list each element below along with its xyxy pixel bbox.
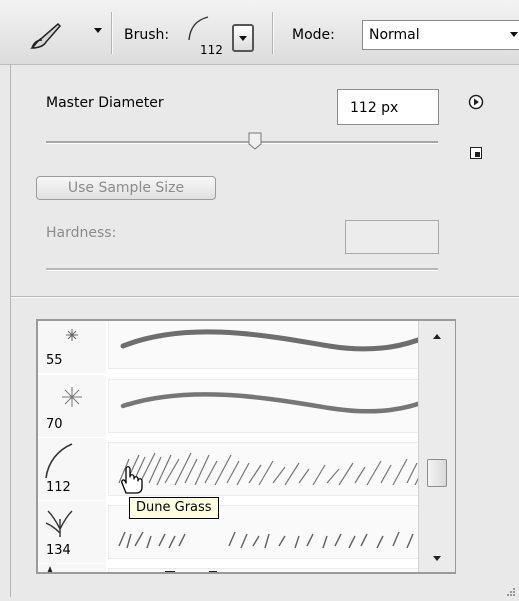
chevron-down-icon [239, 36, 247, 41]
panel-divider [11, 296, 519, 298]
panel-menu-arrow-icon[interactable] [468, 94, 484, 110]
brush-thumbnail: 134 [38, 501, 106, 563]
brush-size-label: 112 [46, 480, 71, 495]
options-bar: Brush: 112 Mode: Normal [0, 0, 519, 65]
master-diameter-value: 112 px [350, 100, 399, 116]
scroll-up-arrow-icon[interactable] [433, 334, 441, 339]
brush-size-label: 70 [46, 417, 63, 432]
mode-select[interactable]: Normal [362, 20, 519, 50]
brush-stroke-preview [108, 442, 438, 496]
brush-list-scrollbar[interactable] [418, 321, 455, 572]
brush-label: Brush: [124, 27, 170, 43]
brush-row[interactable]: 55 [38, 321, 438, 373]
hardness-input[interactable] [345, 220, 439, 254]
master-diameter-input[interactable]: 112 px [337, 89, 439, 125]
brush-row[interactable] [38, 564, 438, 572]
hardness-slider-track[interactable] [46, 268, 438, 271]
use-sample-size-button[interactable]: Use Sample Size [36, 176, 216, 200]
scroll-down-arrow-icon[interactable] [433, 556, 441, 561]
create-new-preset-icon[interactable] [470, 147, 482, 159]
mode-value: Normal [369, 27, 420, 43]
brush-row[interactable]: 70 [38, 375, 438, 437]
brush-stroke-preview [108, 321, 438, 369]
toolbar-separator [272, 12, 274, 54]
resize-grip-icon[interactable] [506, 586, 516, 596]
brush-thumbnail: 112 [38, 438, 106, 500]
brush-row-selected[interactable]: 112 [38, 438, 438, 500]
brush-row[interactable]: 134 [38, 501, 438, 563]
brush-stroke-preview [108, 568, 438, 572]
tool-preset-caret-icon[interactable] [94, 28, 102, 33]
mode-label: Mode: [292, 27, 335, 43]
master-diameter-label: Master Diameter [46, 95, 164, 111]
brush-preset-list: 55 70 112 134 [36, 319, 456, 574]
brush-size-label: 112 [200, 43, 223, 57]
brush-picker-dropdown[interactable] [232, 24, 254, 52]
brush-tool-icon[interactable] [28, 20, 62, 52]
scrollbar-thumb[interactable] [427, 459, 447, 487]
brush-preset-thumbnail[interactable]: 112 [184, 14, 228, 60]
scattered-brush-icon [47, 566, 53, 572]
brush-thumbnail [38, 564, 106, 572]
brush-thumbnail: 55 [38, 321, 106, 373]
brush-thumbnail: 70 [38, 375, 106, 437]
brush-tooltip: Dune Grass [129, 497, 219, 519]
brush-size-label: 134 [46, 543, 71, 558]
chevron-down-icon[interactable] [510, 32, 518, 37]
toolbar-separator [111, 12, 113, 54]
brush-stroke-preview [108, 379, 438, 433]
diameter-slider-thumb[interactable] [248, 132, 262, 150]
hardness-label: Hardness: [46, 225, 117, 241]
hand-cursor-icon [116, 463, 146, 495]
diameter-slider-track[interactable] [46, 141, 438, 144]
curve-brush-icon [188, 16, 209, 41]
brush-size-label: 55 [46, 353, 63, 368]
panel-left-edge [10, 64, 11, 597]
